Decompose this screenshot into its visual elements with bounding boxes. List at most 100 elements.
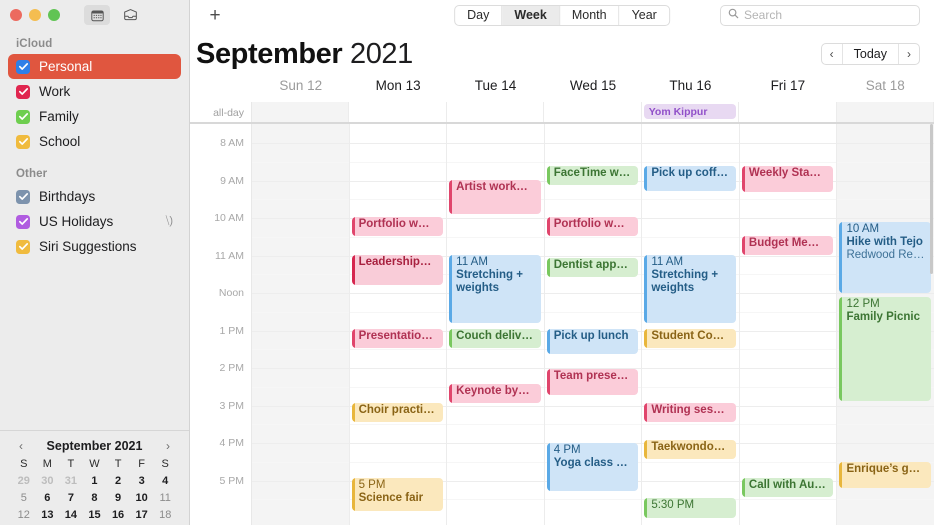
vertical-scrollbar[interactable]: [929, 124, 934, 525]
scrollbar-thumb[interactable]: [930, 124, 933, 274]
checkbox-siri-suggestions[interactable]: [16, 239, 30, 254]
day-column-mon[interactable]: Portfolio w… Leadership… Presentatio… Choir…: [349, 124, 448, 525]
calendar-event[interactable]: Portfolio w…: [351, 217, 444, 236]
day-column-tue[interactable]: Artist work… 11 AM Stretching + weights Cou…: [447, 124, 545, 525]
next-week-button[interactable]: ›: [899, 44, 919, 64]
all-day-cell-wed[interactable]: [544, 102, 642, 122]
checkbox-birthdays[interactable]: [16, 189, 30, 204]
add-event-button[interactable]: +: [204, 6, 226, 25]
calendar-event[interactable]: Pick up lunch: [546, 329, 639, 354]
checkbox-school[interactable]: [16, 134, 30, 149]
day-column-thu[interactable]: Pick up coff… 11 AM Stretching + weights St…: [642, 124, 740, 525]
mini-calendar-prev-icon[interactable]: ‹: [14, 439, 28, 453]
calendar-event[interactable]: Leadership…: [351, 255, 444, 285]
mini-calendar-day[interactable]: 18: [153, 508, 177, 522]
day-header-mon[interactable]: Mon 13: [349, 78, 446, 102]
calendar-event[interactable]: Pick up coff…: [644, 166, 736, 191]
mini-calendar-day[interactable]: 9: [106, 491, 130, 505]
calendar-icon[interactable]: [84, 5, 110, 25]
calendar-event[interactable]: Weekly Sta…: [741, 166, 834, 192]
day-column-sun[interactable]: [252, 124, 350, 525]
sidebar-item-birthdays[interactable]: Birthdays: [8, 184, 181, 209]
calendar-event[interactable]: 11 AM Stretching + weights: [449, 255, 541, 323]
day-column-sat[interactable]: 10 AM Hike with Tejo Redwood Re… 12 PM Famil…: [837, 124, 934, 525]
day-header-sat[interactable]: Sat 18: [837, 78, 934, 102]
all-day-cell-thu[interactable]: Yom Kippur: [642, 102, 740, 122]
calendar-event[interactable]: 4 PM Yoga class …: [546, 443, 639, 491]
minimize-button[interactable]: [29, 9, 41, 21]
calendar-event[interactable]: Choir practi…: [351, 403, 444, 422]
calendar-event[interactable]: Portfolio w…: [546, 217, 639, 236]
mini-calendar-day[interactable]: 2: [106, 474, 130, 488]
calendar-event[interactable]: Enrique’s g…: [839, 462, 932, 488]
tab-month[interactable]: Month: [560, 5, 620, 25]
day-header-fri[interactable]: Fri 17: [739, 78, 836, 102]
all-day-event-yom-kippur[interactable]: Yom Kippur: [643, 104, 737, 119]
mini-calendar-day[interactable]: 3: [130, 474, 154, 488]
mini-calendar-day[interactable]: 7: [59, 491, 83, 505]
checkbox-work[interactable]: [16, 84, 30, 99]
mini-calendar-day[interactable]: 16: [106, 508, 130, 522]
mini-calendar-day[interactable]: 15: [83, 508, 107, 522]
calendar-event[interactable]: 11 AM Stretching + weights: [644, 255, 736, 323]
sidebar-item-work[interactable]: Work: [8, 79, 181, 104]
sidebar-item-personal[interactable]: Personal: [8, 54, 181, 79]
close-button[interactable]: [10, 9, 22, 21]
calendar-event[interactable]: Taekwondo…: [644, 440, 736, 459]
checkbox-us-holidays[interactable]: [16, 214, 30, 229]
calendar-event[interactable]: 5 PM Science fair: [351, 478, 444, 511]
mini-calendar-day[interactable]: 29: [12, 474, 36, 488]
sidebar-item-school[interactable]: School: [8, 129, 181, 154]
prev-week-button[interactable]: ‹: [822, 44, 843, 64]
calendar-event[interactable]: 12 PM Family Picnic: [839, 297, 932, 401]
day-header-wed[interactable]: Wed 15: [544, 78, 641, 102]
all-day-cell-sat[interactable]: [836, 102, 934, 122]
calendar-event[interactable]: Team prese…: [546, 369, 639, 395]
mini-calendar-day[interactable]: 11: [153, 491, 177, 505]
calendar-event[interactable]: Keynote by…: [449, 384, 541, 403]
checkbox-personal[interactable]: [16, 59, 30, 74]
calendar-event[interactable]: Couch deliv…: [449, 329, 541, 348]
search-field[interactable]: Search: [720, 4, 920, 26]
all-day-cell-mon[interactable]: [349, 102, 447, 122]
all-day-cell-tue[interactable]: [447, 102, 545, 122]
sidebar-item-siri-suggestions[interactable]: Siri Suggestions: [8, 234, 181, 259]
mini-calendar-day[interactable]: 4: [153, 474, 177, 488]
tab-day[interactable]: Day: [455, 5, 503, 25]
mini-calendar-day[interactable]: 1: [83, 474, 107, 488]
inbox-icon[interactable]: [117, 5, 143, 25]
calendar-event[interactable]: 10 AM Hike with Tejo Redwood Re…: [839, 222, 932, 293]
all-day-cell-sun[interactable]: [252, 102, 350, 122]
day-header-sun[interactable]: Sun 12: [252, 78, 349, 102]
calendar-event[interactable]: FaceTime w…: [546, 166, 639, 185]
calendar-event[interactable]: Dentist app…: [546, 258, 639, 277]
mini-calendar-day[interactable]: 5: [12, 491, 36, 505]
mini-calendar-day[interactable]: 31: [59, 474, 83, 488]
calendar-event[interactable]: Presentatio…: [351, 329, 444, 348]
calendar-event[interactable]: Call with Au…: [741, 478, 834, 497]
all-day-cell-fri[interactable]: [739, 102, 837, 122]
calendar-event[interactable]: Budget Me…: [741, 236, 834, 255]
mini-calendar-day[interactable]: 30: [36, 474, 60, 488]
tab-year[interactable]: Year: [620, 6, 669, 25]
mini-calendar-day[interactable]: 17: [130, 508, 154, 522]
today-button[interactable]: Today: [843, 44, 899, 64]
day-header-tue[interactable]: Tue 14: [447, 78, 544, 102]
calendar-event[interactable]: 5:30 PM: [644, 498, 736, 518]
mini-calendar-next-icon[interactable]: ›: [161, 439, 175, 453]
tab-week[interactable]: Week: [502, 5, 560, 25]
mini-calendar-day[interactable]: 6: [36, 491, 60, 505]
calendar-event[interactable]: Artist work…: [449, 180, 541, 214]
sidebar-item-us-holidays[interactable]: US Holidays ⧹): [8, 209, 181, 234]
checkbox-family[interactable]: [16, 109, 30, 124]
day-column-fri[interactable]: Weekly Sta… Budget Me… Call with Au…: [739, 124, 838, 525]
calendar-event[interactable]: Writing ses…: [644, 403, 736, 422]
mini-calendar-day[interactable]: 8: [83, 491, 107, 505]
mini-calendar-day[interactable]: 13: [36, 508, 60, 522]
zoom-button[interactable]: [48, 9, 60, 21]
mini-calendar-day[interactable]: 10: [130, 491, 154, 505]
calendar-event[interactable]: Student Co…: [644, 329, 736, 348]
day-header-thu[interactable]: Thu 16: [642, 78, 739, 102]
mini-calendar-day[interactable]: 12: [12, 508, 36, 522]
day-column-wed[interactable]: FaceTime w… Portfolio w… Dentist app… Pick …: [544, 124, 643, 525]
